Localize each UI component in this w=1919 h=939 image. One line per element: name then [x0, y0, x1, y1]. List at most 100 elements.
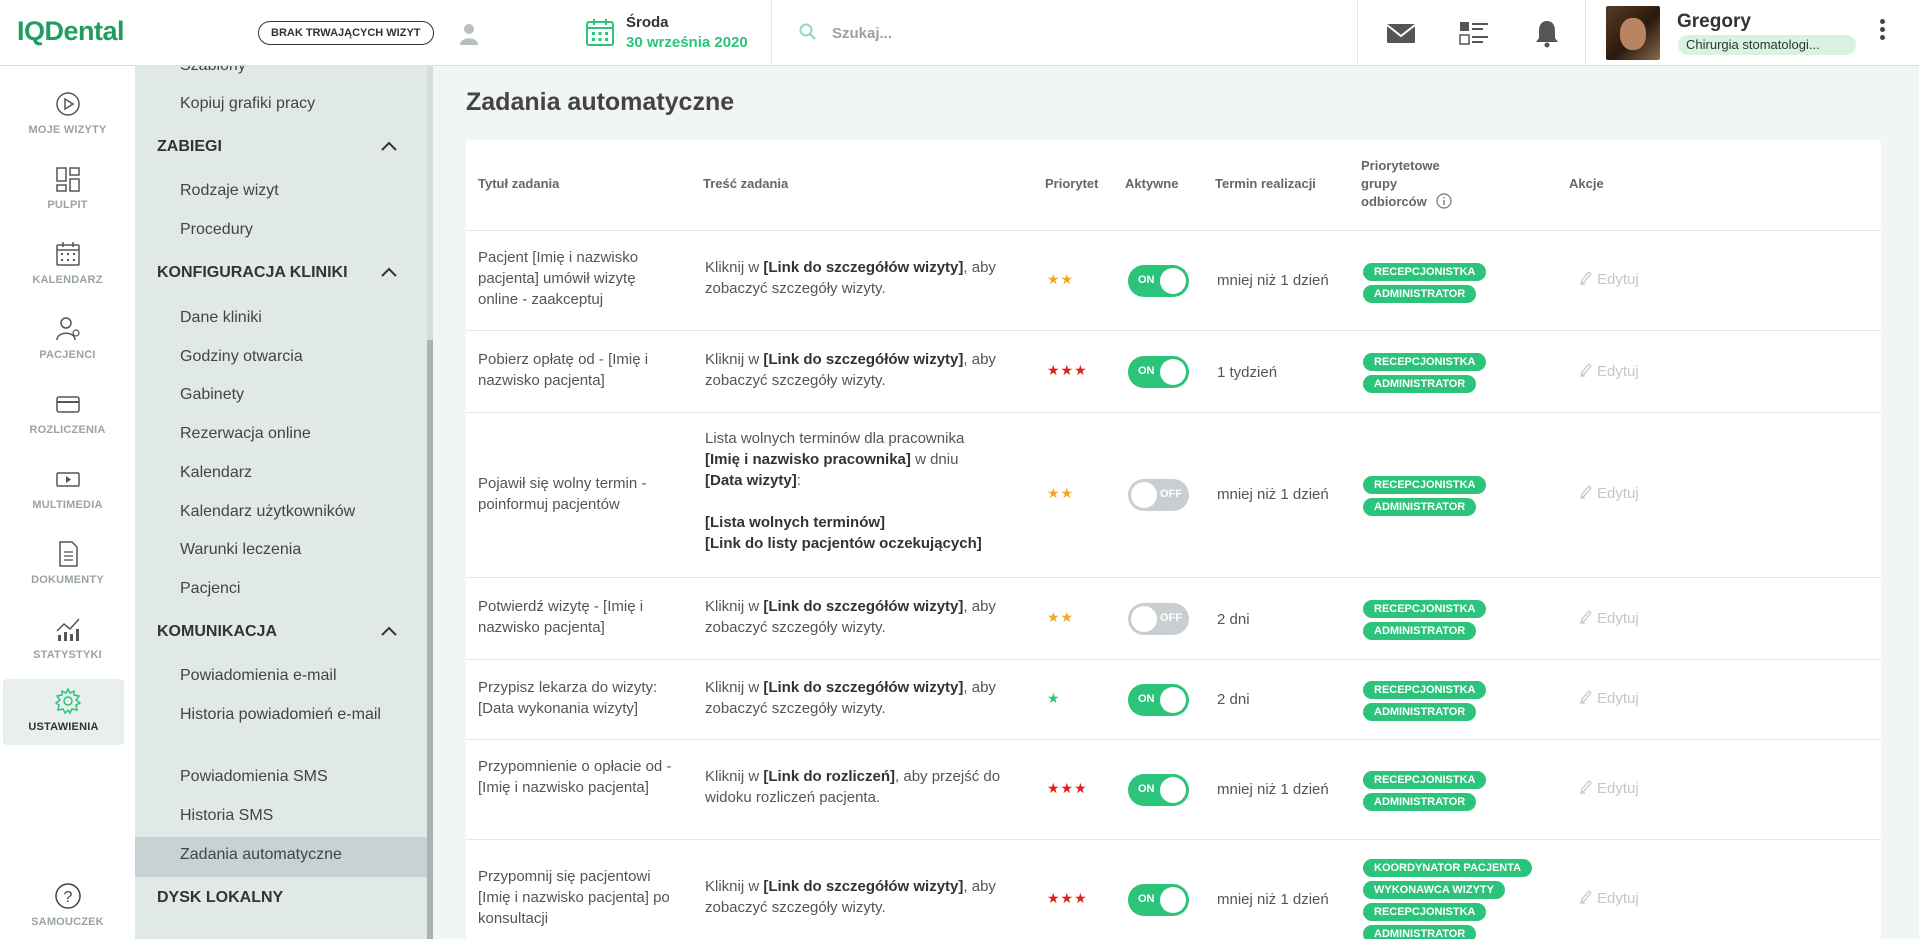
active-toggle[interactable]: OFF — [1128, 479, 1189, 511]
link-placeholder: [Link do rozliczeń] — [763, 768, 896, 785]
current-date[interactable]: Środa 30 września 2020 — [585, 12, 771, 54]
submenu-item[interactable]: Godziny otwarcia — [180, 346, 410, 368]
submenu-item[interactable]: Szablony — [180, 66, 410, 77]
edit-button[interactable]: Edytuj — [1579, 484, 1639, 502]
pencil-icon — [1580, 271, 1592, 286]
nav-item-tutorial[interactable]: ? SAMOUCZEK — [0, 874, 135, 939]
more-options-icon[interactable] — [1874, 16, 1890, 50]
section-label: KONFIGURACJA KLINIKI — [157, 264, 348, 281]
table-row: Pacjent [Imię i nazwisko pacjenta] umówi… — [466, 230, 1881, 330]
priority-stars: ★★ — [1047, 485, 1075, 501]
nav-label: MULTIMEDIA — [32, 499, 103, 511]
header-line: odbiorców — [1361, 193, 1452, 211]
submenu-item[interactable]: Rezerwacja online — [180, 423, 410, 445]
submenu-section-komunikacja[interactable]: KOMUNIKACJA — [157, 623, 407, 641]
submenu-item[interactable]: Powiadomienia SMS — [180, 766, 410, 788]
task-title: Pacjent [Imię i nazwisko pacjenta] umówi… — [478, 249, 639, 308]
mail-icon[interactable] — [1385, 18, 1417, 48]
submenu-section-dysk[interactable]: DYSK LOKALNY — [157, 889, 407, 907]
deadline: mniej niż 1 dzień — [1217, 486, 1329, 503]
search-box[interactable] — [797, 18, 1297, 48]
nav-item-documents[interactable]: DOKUMENTY — [0, 532, 135, 598]
nav-label: KALENDARZ — [32, 274, 103, 286]
edit-button[interactable]: Edytuj — [1579, 362, 1639, 380]
column-header-active: Aktywne — [1125, 176, 1179, 191]
edit-button[interactable]: Edytuj — [1579, 609, 1639, 627]
nav-item-settings[interactable]: USTAWIENIA — [3, 679, 124, 745]
section-label: DYSK LOKALNY — [157, 889, 284, 906]
pencil-icon — [1580, 690, 1592, 705]
table-row: Pojawił się wolny termin - poinformuj pa… — [466, 412, 1881, 577]
submenu-item[interactable]: Historia SMS — [180, 805, 410, 827]
settings-gear-icon — [54, 687, 82, 715]
chevron-up-icon — [381, 267, 397, 277]
submenu-item[interactable]: Powiadomienia e-mail — [180, 665, 410, 687]
active-toggle[interactable]: ON — [1128, 356, 1189, 388]
nav-item-patients[interactable]: PACJENCI — [0, 307, 135, 373]
nav-item-calendar[interactable]: KALENDARZ — [0, 232, 135, 298]
divider — [771, 0, 772, 66]
submenu-item-active[interactable]: Zadania automatyczne — [180, 844, 410, 866]
task-title: Pojawił się wolny termin - poinformuj pa… — [478, 475, 647, 513]
nav-item-multimedia[interactable]: MULTIMEDIA — [0, 457, 135, 523]
group-badge: ADMINISTRATOR — [1363, 703, 1477, 721]
submenu-item[interactable]: Gabinety — [180, 384, 410, 406]
nav-item-statistics[interactable]: STATYSTYKI — [0, 607, 135, 673]
group-badge: RECEPCJONISTKA — [1363, 353, 1487, 371]
submenu-item[interactable]: Historia powiadomień e-mail — [180, 704, 410, 726]
recipient-groups: KOORDYNATOR PACJENTA WYKONAWCA WIZYTY RE… — [1363, 859, 1533, 939]
deadline: mniej niż 1 dzień — [1217, 272, 1329, 289]
edit-button[interactable]: Edytuj — [1579, 270, 1639, 288]
search-input[interactable] — [832, 20, 1272, 46]
submenu-item[interactable]: Warunki leczenia — [180, 539, 410, 561]
chevron-up-icon — [381, 141, 397, 151]
edit-button[interactable]: Edytuj — [1579, 689, 1639, 707]
link-placeholder: [Link do szczegółów wizyty] — [763, 351, 964, 368]
active-toggle[interactable]: ON — [1128, 774, 1189, 806]
content-line: Lista wolnych terminów dla pracownika — [705, 430, 965, 447]
edit-button[interactable]: Edytuj — [1579, 889, 1639, 907]
nav-item-dashboard[interactable]: PULPIT — [0, 157, 135, 223]
submenu-section-zabiegi[interactable]: ZABIEGI — [157, 138, 407, 156]
link-placeholder: [Link do szczegółów wizyty] — [763, 679, 964, 696]
submenu-item[interactable]: Procedury — [180, 219, 410, 241]
no-active-visits-button[interactable]: BRAK TRWAJĄCYCH WIZYT — [258, 21, 434, 45]
priority-stars: ★ — [1047, 690, 1061, 706]
nav-item-billing[interactable]: ROZLICZENIA — [0, 382, 135, 448]
active-toggle[interactable]: ON — [1128, 884, 1189, 916]
active-toggle[interactable]: OFF — [1128, 603, 1189, 635]
chevron-up-icon — [381, 626, 397, 636]
group-badge: RECEPCJONISTKA — [1363, 476, 1487, 494]
priority-stars: ★★★ — [1047, 890, 1088, 906]
divider — [1585, 0, 1586, 66]
content-line: [Lista wolnych terminów] — [705, 514, 886, 531]
task-content: Kliknij w [Link do szczegółów wizyty], a… — [705, 259, 996, 297]
user-name[interactable]: Gregory — [1677, 11, 1751, 33]
section-label: ZABIEGI — [157, 138, 222, 155]
submenu-scroll-thumb[interactable] — [427, 340, 433, 939]
submenu-item[interactable]: Kopiuj grafiki pracy — [180, 93, 410, 115]
bell-icon[interactable] — [1531, 18, 1563, 48]
active-toggle[interactable]: ON — [1128, 684, 1189, 716]
info-icon[interactable] — [1436, 193, 1452, 209]
group-badge: ADMINISTRATOR — [1363, 375, 1477, 393]
group-badge: KOORDYNATOR PACJENTA — [1363, 859, 1533, 877]
submenu-item[interactable]: Kalendarz użytkowników — [180, 501, 410, 523]
nav-label: PULPIT — [47, 199, 88, 211]
top-bar: IQDental BRAK TRWAJĄCYCH WIZYT Środa 30 … — [0, 0, 1919, 66]
avatar[interactable] — [1606, 6, 1660, 60]
date-day-label: Środa — [626, 14, 669, 31]
submenu-item[interactable]: Kalendarz — [180, 462, 410, 484]
active-toggle[interactable]: ON — [1128, 265, 1189, 297]
app-logo[interactable]: IQDental — [17, 16, 125, 47]
submenu-section-konfiguracja[interactable]: KONFIGURACJA KLINIKI — [157, 264, 407, 282]
submenu-item[interactable]: Rodzaje wizyt — [180, 180, 410, 202]
task-list-icon[interactable] — [1458, 18, 1490, 48]
priority-stars: ★★★ — [1047, 780, 1088, 796]
submenu-item[interactable]: Pacjenci — [180, 578, 410, 600]
patients-icon — [56, 317, 80, 341]
edit-button[interactable]: Edytuj — [1579, 779, 1639, 797]
nav-item-my-visits[interactable]: MOJE WIZYTY — [0, 82, 135, 148]
submenu-item[interactable]: Dane kliniki — [180, 307, 410, 329]
nav-label: SAMOUCZEK — [31, 916, 104, 928]
